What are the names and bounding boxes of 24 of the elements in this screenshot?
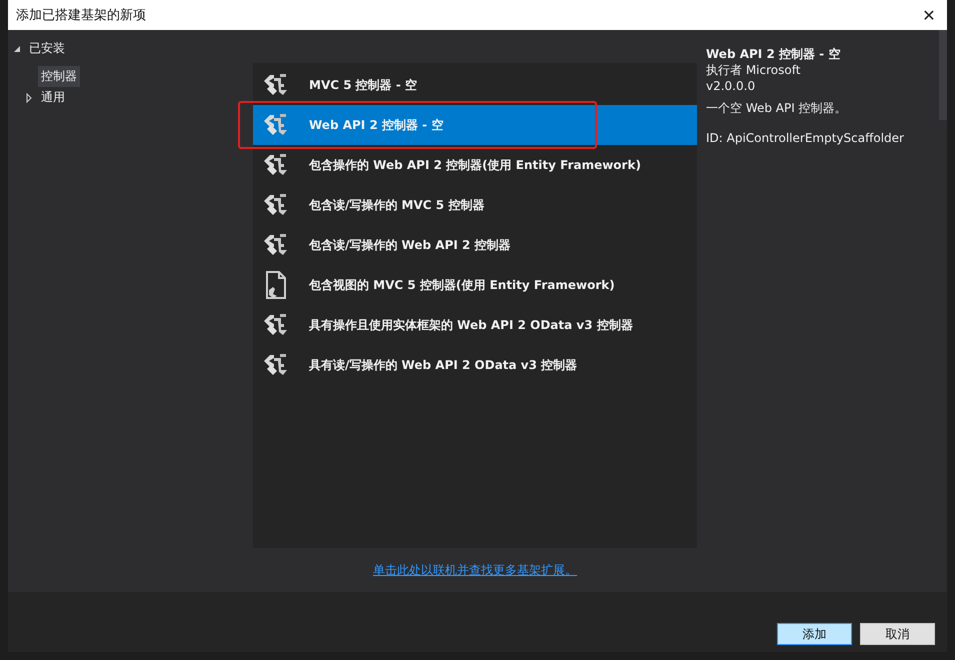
template-item[interactable]: 具有操作且使用实体框架的 Web API 2 OData v3 控制器 (253, 305, 697, 345)
tree-item[interactable]: 通用 (38, 87, 68, 108)
online-link[interactable]: 单击此处以联机并查找更多基架扩展。 (373, 562, 577, 579)
detail-id: ID: ApiControllerEmptyScaffolder (706, 130, 905, 146)
template-item[interactable]: Web API 2 控制器 - 空 (253, 105, 697, 145)
tree-item[interactable]: 已安装 (26, 38, 68, 59)
template-item[interactable]: 包含读/写操作的 MVC 5 控制器 (253, 185, 697, 225)
template-item[interactable]: 包含视图的 MVC 5 控制器(使用 Entity Framework) (253, 265, 697, 305)
detail-title: Web API 2 控制器 - 空 (706, 46, 842, 62)
template-item[interactable]: MVC 5 控制器 - 空 (253, 65, 697, 105)
detail-version: v2.0.0.0 (706, 78, 756, 94)
close-button[interactable]: ✕ (911, 0, 947, 30)
detail-description: 一个空 Web API 控制器。 (706, 100, 848, 116)
template-item[interactable]: 包含读/写操作的 Web API 2 控制器 (253, 225, 697, 265)
window-title: 添加已搭建基架的新项 (16, 7, 146, 24)
template-item[interactable]: 包含操作的 Web API 2 控制器(使用 Entity Framework) (253, 145, 697, 185)
cancel-button[interactable]: 取消 (860, 623, 935, 645)
collapse-icon[interactable] (12, 44, 22, 54)
scrollbar[interactable] (939, 30, 947, 120)
expand-icon[interactable] (24, 92, 34, 102)
detail-author: 执行者 Microsoft (706, 62, 802, 78)
tree-item[interactable]: 控制器 (38, 66, 80, 87)
template-item[interactable]: 具有读/写操作的 Web API 2 OData v3 控制器 (253, 345, 697, 385)
add-button[interactable]: 添加 (777, 623, 852, 645)
